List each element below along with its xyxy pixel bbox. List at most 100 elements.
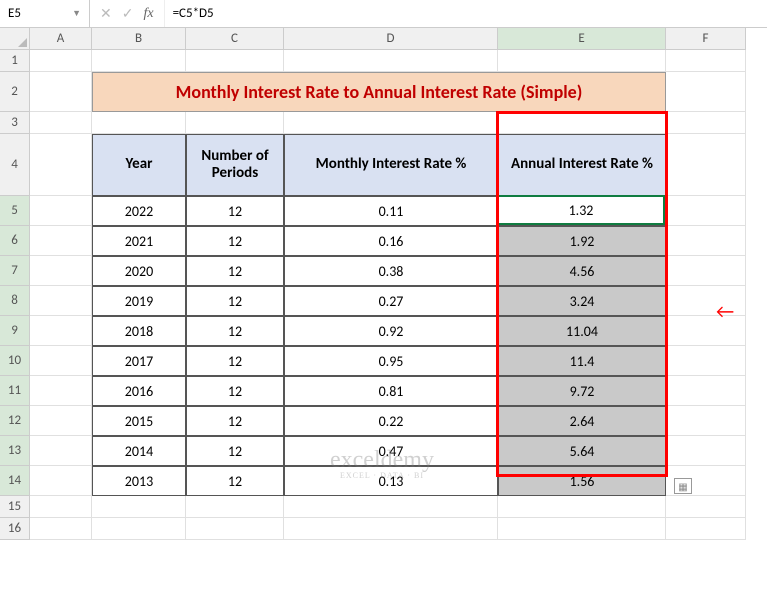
cell-A15[interactable] bbox=[30, 496, 92, 518]
cell-E1[interactable] bbox=[498, 50, 666, 72]
table-cell[interactable]: 2019 bbox=[92, 286, 186, 316]
cell-D15[interactable] bbox=[284, 496, 498, 518]
cell-B15[interactable] bbox=[92, 496, 186, 518]
cell-A9[interactable] bbox=[30, 316, 92, 346]
col-header-F[interactable]: F bbox=[666, 28, 746, 50]
cell-A5[interactable] bbox=[30, 196, 92, 226]
cell-A16[interactable] bbox=[30, 518, 92, 540]
cell-F11[interactable] bbox=[666, 376, 746, 406]
table-cell[interactable]: 2.64 bbox=[498, 406, 666, 436]
table-cell[interactable]: 2020 bbox=[92, 256, 186, 286]
row-header-13[interactable]: 13 bbox=[0, 436, 30, 466]
cell-F12[interactable] bbox=[666, 406, 746, 436]
row-header-9[interactable]: 9 bbox=[0, 316, 30, 346]
cell-C3[interactable] bbox=[186, 112, 284, 134]
table-cell[interactable]: 12 bbox=[186, 466, 284, 496]
table-cell[interactable]: 12 bbox=[186, 286, 284, 316]
cell-B16[interactable] bbox=[92, 518, 186, 540]
cell-A4[interactable] bbox=[30, 134, 92, 196]
cell-A3[interactable] bbox=[30, 112, 92, 134]
cell-B1[interactable] bbox=[92, 50, 186, 72]
cell-E16[interactable] bbox=[498, 518, 666, 540]
cell-E3[interactable] bbox=[498, 112, 666, 134]
cell-A13[interactable] bbox=[30, 436, 92, 466]
table-cell[interactable]: 2013 bbox=[92, 466, 186, 496]
row-header-15[interactable]: 15 bbox=[0, 496, 30, 518]
table-cell[interactable]: 0.38 bbox=[284, 256, 498, 286]
formula-input[interactable]: =C5*D5 bbox=[165, 6, 767, 21]
table-cell[interactable]: 2021 bbox=[92, 226, 186, 256]
table-cell[interactable]: 1.32 bbox=[498, 196, 666, 226]
table-cell[interactable]: 0.16 bbox=[284, 226, 498, 256]
table-cell[interactable]: 0.95 bbox=[284, 346, 498, 376]
table-cell[interactable]: 12 bbox=[186, 196, 284, 226]
row-header-3[interactable]: 3 bbox=[0, 112, 30, 134]
cell-A14[interactable] bbox=[30, 466, 92, 496]
table-cell[interactable]: 1.92 bbox=[498, 226, 666, 256]
cell-D16[interactable] bbox=[284, 518, 498, 540]
cell-F16[interactable] bbox=[666, 518, 746, 540]
table-cell[interactable]: 12 bbox=[186, 376, 284, 406]
table-cell[interactable]: 2015 bbox=[92, 406, 186, 436]
name-box[interactable]: E5 ▼ bbox=[0, 0, 90, 27]
table-cell[interactable]: 0.27 bbox=[284, 286, 498, 316]
table-cell[interactable]: 4.56 bbox=[498, 256, 666, 286]
table-cell[interactable]: 2022 bbox=[92, 196, 186, 226]
cell-D1[interactable] bbox=[284, 50, 498, 72]
table-cell[interactable]: 0.13 bbox=[284, 466, 498, 496]
col-header-B[interactable]: B bbox=[92, 28, 186, 50]
cell-D3[interactable] bbox=[284, 112, 498, 134]
row-header-11[interactable]: 11 bbox=[0, 376, 30, 406]
row-header-10[interactable]: 10 bbox=[0, 346, 30, 376]
cell-A12[interactable] bbox=[30, 406, 92, 436]
table-cell[interactable]: 5.64 bbox=[498, 436, 666, 466]
table-cell[interactable]: 12 bbox=[186, 436, 284, 466]
col-header-D[interactable]: D bbox=[284, 28, 498, 50]
cell-F5[interactable] bbox=[666, 196, 746, 226]
cell-F7[interactable] bbox=[666, 256, 746, 286]
row-header-14[interactable]: 14 bbox=[0, 466, 30, 496]
table-cell[interactable]: 12 bbox=[186, 346, 284, 376]
row-header-16[interactable]: 16 bbox=[0, 518, 30, 540]
row-header-7[interactable]: 7 bbox=[0, 256, 30, 286]
fx-icon[interactable]: fx bbox=[143, 6, 153, 22]
table-cell[interactable]: 0.47 bbox=[284, 436, 498, 466]
row-header-5[interactable]: 5 bbox=[0, 196, 30, 226]
cell-F6[interactable] bbox=[666, 226, 746, 256]
col-header-E[interactable]: E bbox=[498, 28, 666, 50]
row-header-4[interactable]: 4 bbox=[0, 134, 30, 196]
cell-A10[interactable] bbox=[30, 346, 92, 376]
cell-B3[interactable] bbox=[92, 112, 186, 134]
cell-A11[interactable] bbox=[30, 376, 92, 406]
table-cell[interactable]: 2014 bbox=[92, 436, 186, 466]
col-header-A[interactable]: A bbox=[30, 28, 92, 50]
table-cell[interactable]: 11.04 bbox=[498, 316, 666, 346]
row-header-12[interactable]: 12 bbox=[0, 406, 30, 436]
table-cell[interactable]: 0.81 bbox=[284, 376, 498, 406]
enter-icon[interactable]: ✓ bbox=[122, 5, 134, 22]
cell-C15[interactable] bbox=[186, 496, 284, 518]
cell-F15[interactable] bbox=[666, 496, 746, 518]
cell-F4[interactable] bbox=[666, 134, 746, 196]
table-cell[interactable]: 1.56 bbox=[498, 466, 666, 496]
row-header-8[interactable]: 8 bbox=[0, 286, 30, 316]
cell-C16[interactable] bbox=[186, 518, 284, 540]
row-header-1[interactable]: 1 bbox=[0, 50, 30, 72]
cell-F10[interactable] bbox=[666, 346, 746, 376]
cell-E15[interactable] bbox=[498, 496, 666, 518]
cell-A8[interactable] bbox=[30, 286, 92, 316]
table-cell[interactable]: 12 bbox=[186, 406, 284, 436]
chevron-down-icon[interactable]: ▼ bbox=[72, 8, 81, 19]
table-cell[interactable]: 0.22 bbox=[284, 406, 498, 436]
cell-F13[interactable] bbox=[666, 436, 746, 466]
table-cell[interactable]: 2018 bbox=[92, 316, 186, 346]
cell-A1[interactable] bbox=[30, 50, 92, 72]
cell-C1[interactable] bbox=[186, 50, 284, 72]
table-cell[interactable]: 0.92 bbox=[284, 316, 498, 346]
row-header-6[interactable]: 6 bbox=[0, 226, 30, 256]
table-cell[interactable]: 2017 bbox=[92, 346, 186, 376]
table-cell[interactable]: 11.4 bbox=[498, 346, 666, 376]
table-cell[interactable]: 3.24 bbox=[498, 286, 666, 316]
table-cell[interactable]: 0.11 bbox=[284, 196, 498, 226]
cancel-icon[interactable]: ✕ bbox=[100, 5, 112, 22]
